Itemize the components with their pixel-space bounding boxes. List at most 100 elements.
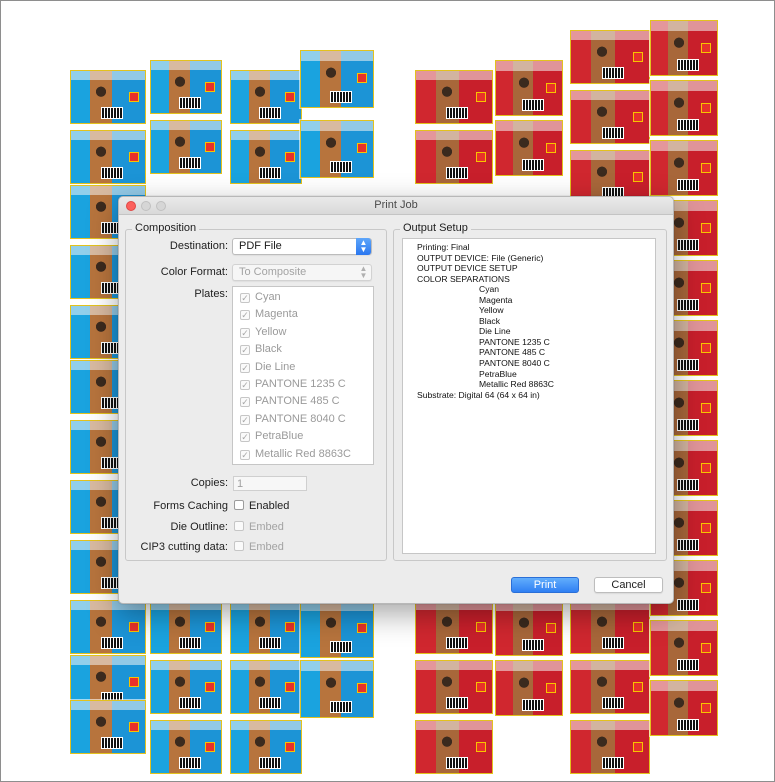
output-line: OUTPUT DEVICE SETUP: [417, 263, 518, 274]
carton-artwork: [650, 620, 718, 676]
carton-artwork: [300, 600, 374, 658]
dialog-title: Print Job: [374, 199, 418, 211]
checkbox-icon: [234, 500, 244, 510]
carton-artwork: [650, 680, 718, 736]
checkbox-icon: [234, 541, 244, 551]
carton-artwork: [300, 50, 374, 108]
plate-item[interactable]: ✓ Magenta: [240, 308, 298, 324]
plate-item[interactable]: ✓ Black: [240, 343, 282, 359]
carton-artwork: [495, 600, 563, 656]
plate-label: Yellow: [255, 325, 287, 338]
composition-legend: Composition: [132, 222, 200, 234]
carton-artwork: [415, 70, 493, 124]
carton-artwork: [230, 130, 302, 184]
carton-artwork: [150, 720, 222, 774]
plate-item[interactable]: ✓ PANTONE 485 C: [240, 395, 340, 411]
output-line: Substrate: Digital 64 (64 x 64 in): [417, 389, 540, 400]
carton-artwork: [415, 720, 493, 774]
plates-label: Plates:: [194, 288, 228, 300]
cancel-button[interactable]: Cancel: [594, 577, 663, 593]
destination-label: Destination:: [169, 240, 228, 252]
carton-artwork: [650, 80, 718, 136]
plate-item[interactable]: ✓ Metallic Red 8863C: [240, 448, 351, 464]
print-job-dialog: Print Job Composition Destination: PDF F…: [118, 196, 674, 604]
output-setup-legend: Output Setup: [400, 222, 471, 234]
die-outline-label: Die Outline:: [170, 521, 228, 533]
carton-artwork: [70, 130, 146, 184]
output-line: Printing: Final: [417, 242, 470, 252]
color-format-label: Color Format:: [160, 266, 228, 278]
output-setup-group: Output Setup Printing: Final OUTPUT DEVIC…: [393, 222, 667, 561]
output-line: Metallic Red 8863C: [479, 379, 554, 390]
checkmark-icon: ✓: [240, 362, 250, 373]
carton-artwork: [495, 60, 563, 116]
cip3-option: Embed: [249, 541, 284, 553]
forms-caching-option: Enabled: [249, 500, 290, 512]
checkmark-icon: ✓: [240, 310, 250, 321]
carton-artwork: [230, 70, 302, 124]
carton-artwork: [570, 90, 650, 144]
plate-label: PANTONE 8040 C: [255, 412, 346, 425]
carton-artwork: [570, 600, 650, 654]
carton-artwork: [150, 60, 222, 114]
checkmark-icon: ✓: [240, 432, 250, 443]
carton-artwork: [415, 600, 493, 654]
carton-artwork: [70, 600, 146, 654]
carton-artwork: [495, 660, 563, 716]
output-setup-text: Printing: Final OUTPUT DEVICE: File (Gene…: [402, 238, 656, 554]
checkmark-icon: ✓: [240, 293, 250, 303]
checkmark-icon: ✓: [240, 449, 250, 460]
carton-artwork: [230, 660, 302, 714]
copies-field[interactable]: 1: [233, 476, 307, 491]
select-stepper-icon: ▲ ▼: [356, 238, 371, 255]
forms-caching-checkbox[interactable]: Enabled: [234, 500, 289, 512]
plate-label: Metallic Red 8863C: [255, 447, 351, 460]
color-format-value: To Composite: [239, 266, 307, 278]
die-outline-checkbox[interactable]: Embed: [234, 521, 284, 533]
plate-label: PANTONE 1235 C: [255, 378, 346, 390]
plates-list[interactable]: ✓ Cyan ✓ Magenta ✓ Yellow ✓ Black ✓ Die Line ✓ PANT…: [232, 286, 374, 465]
output-line: PANTONE 485 C: [479, 347, 546, 358]
destination-value: PDF File: [239, 240, 282, 252]
select-stepper-icon: ▲ ▼: [359, 264, 368, 280]
print-button[interactable]: Print: [511, 577, 579, 593]
composition-group: Composition Destination: PDF File ▲ ▼ Col…: [125, 222, 387, 561]
carton-artwork: [415, 130, 493, 184]
output-line: Yellow: [479, 305, 504, 316]
carton-artwork: [150, 600, 222, 654]
output-line: Magenta: [479, 294, 513, 305]
carton-artwork: [650, 20, 718, 76]
output-line: COLOR SEPARATIONS: [417, 273, 510, 284]
forms-caching-label: Forms Caching: [153, 500, 228, 512]
plate-label: Die Line: [255, 360, 296, 373]
destination-select[interactable]: PDF File ▲ ▼: [232, 238, 372, 255]
output-line: OUTPUT DEVICE: File (Generic): [417, 252, 544, 263]
checkmark-icon: ✓: [240, 327, 250, 338]
output-line: Die Line: [479, 326, 511, 337]
checkmark-icon: ✓: [240, 380, 250, 390]
cip3-checkbox[interactable]: Embed: [234, 541, 284, 553]
die-outline-option: Embed: [249, 521, 284, 533]
plate-label: Black: [255, 343, 282, 356]
output-line: Black: [479, 315, 501, 326]
carton-artwork: [415, 660, 493, 714]
plate-item[interactable]: ✓ PANTONE 8040 C: [240, 413, 346, 429]
plate-label: Cyan: [255, 291, 281, 303]
plate-item[interactable]: ✓ Yellow: [240, 326, 286, 342]
output-line: PetraBlue: [479, 368, 517, 379]
color-format-select[interactable]: To Composite ▲ ▼: [232, 264, 372, 281]
carton-artwork: [150, 120, 222, 174]
plate-label: Magenta: [255, 308, 298, 321]
carton-artwork: [300, 120, 374, 178]
checkmark-icon: ✓: [240, 397, 250, 408]
plate-item[interactable]: ✓ PANTONE 1235 C: [240, 378, 346, 394]
checkmark-icon: ✓: [240, 345, 250, 356]
plate-label: PANTONE 485 C: [255, 395, 340, 408]
dialog-titlebar[interactable]: Print Job: [119, 197, 673, 215]
carton-artwork: [300, 660, 374, 718]
output-line: Cyan: [479, 284, 500, 295]
plate-item[interactable]: ✓ PetraBlue: [240, 430, 303, 446]
plate-item[interactable]: ✓ Cyan: [240, 291, 281, 307]
plate-item[interactable]: ✓ Die Line: [240, 361, 295, 377]
copies-label: Copies:: [190, 477, 228, 489]
